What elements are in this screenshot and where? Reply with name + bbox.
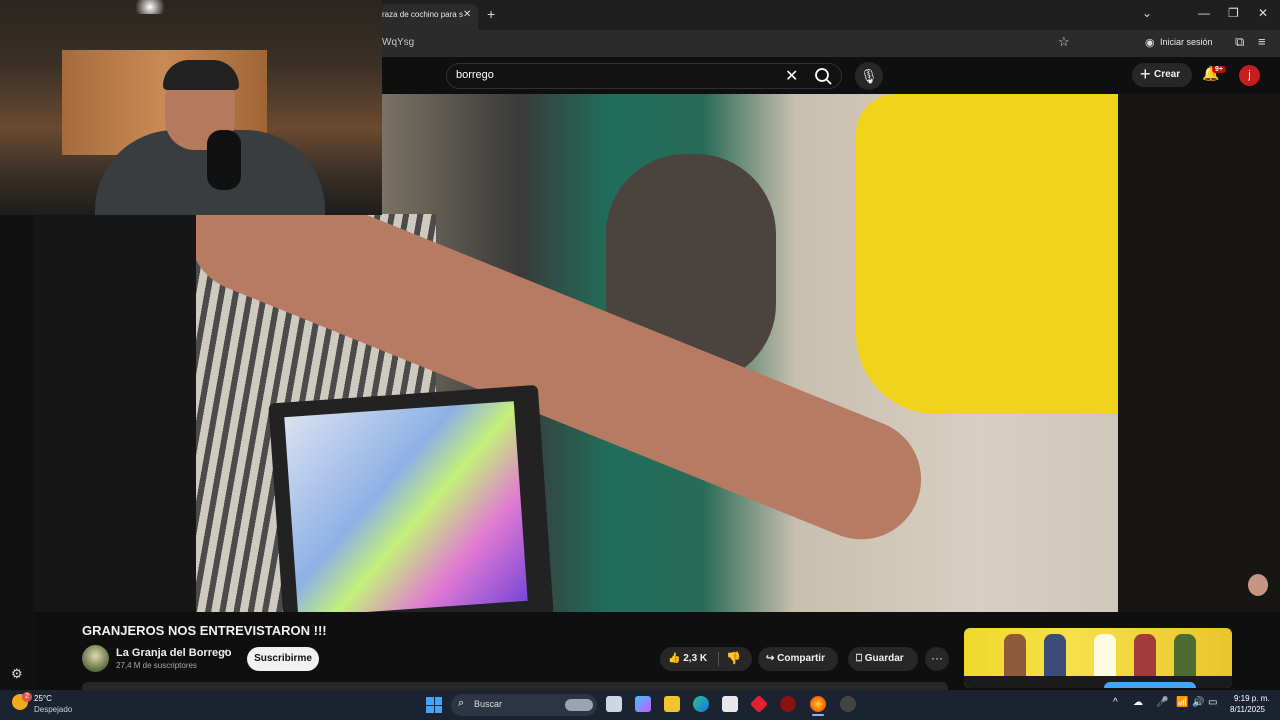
new-tab-button[interactable]: + <box>487 6 495 22</box>
battery-icon[interactable]: ▭ <box>1208 697 1217 708</box>
search-icon: ⌕ <box>458 697 465 709</box>
ad-figure <box>1134 634 1156 680</box>
streamer <box>95 60 325 215</box>
search-highlight-image <box>565 699 593 711</box>
video-title: GRANJEROS NOS ENTREVISTARON !!! <box>82 623 327 638</box>
ceiling-light <box>130 0 170 14</box>
tab-close-icon[interactable]: ✕ <box>463 9 471 20</box>
save-label: Guardar <box>864 653 904 664</box>
streamer-cap <box>163 60 239 90</box>
webcam-overlay <box>0 0 382 215</box>
tab-list-icon[interactable]: ⌄ <box>1142 6 1152 20</box>
edge-icon[interactable] <box>693 696 709 712</box>
microphone-icon: 🎙 <box>860 68 878 84</box>
secondary-column <box>1118 94 1280 612</box>
url-field[interactable]: WqYsg <box>382 37 414 48</box>
like-divider <box>718 652 719 666</box>
yellow-shirt <box>856 94 1118 414</box>
mic-tray-icon[interactable]: 🎤 <box>1156 697 1168 708</box>
minimize-button[interactable]: — <box>1198 6 1210 20</box>
clock-date[interactable]: 8/11/2025 <box>1230 705 1265 714</box>
left-gutter <box>0 215 34 690</box>
ad-figure <box>1044 634 1066 680</box>
temperature: 25°C <box>34 694 52 703</box>
task-view-icon[interactable] <box>606 696 622 712</box>
active-app-indicator <box>812 714 824 716</box>
clock-time[interactable]: 9:19 p. m. <box>1234 694 1270 703</box>
close-window-button[interactable]: ✕ <box>1258 6 1268 20</box>
weather-condition: Despejado <box>34 705 73 714</box>
ad-figure <box>1094 634 1116 680</box>
gear-icon[interactable]: ⚙ <box>11 666 23 682</box>
floating-avatar[interactable] <box>1248 574 1268 596</box>
taskbar-search-label: Buscar <box>474 699 503 709</box>
plus-icon: + <box>1140 64 1151 84</box>
extensions-icon[interactable]: ⧉ <box>1235 34 1244 50</box>
search-input[interactable]: borrego <box>456 69 494 81</box>
weather-badge: 2 <box>22 692 32 702</box>
thumbs-up-icon: 👍 <box>668 653 681 664</box>
account-avatar[interactable]: j <box>1239 65 1260 86</box>
store-icon[interactable] <box>722 696 738 712</box>
app-red-circle-icon[interactable] <box>780 696 796 712</box>
channel-avatar[interactable] <box>82 645 109 672</box>
profile-icon[interactable]: ◉ <box>1145 36 1155 49</box>
onedrive-icon[interactable]: ☁ <box>1133 697 1143 708</box>
wifi-icon[interactable]: 📶 <box>1176 697 1188 708</box>
file-explorer-icon[interactable] <box>664 696 680 712</box>
ad-cta-button[interactable] <box>1104 682 1196 688</box>
signin-button[interactable]: Iniciar sesión <box>1160 37 1213 47</box>
subscribe-button[interactable]: Suscribirme <box>247 647 319 671</box>
subscriber-count: 27,4 M de suscriptores <box>116 661 197 670</box>
description-box[interactable] <box>82 682 948 690</box>
notification-badge: 9+ <box>1212 66 1226 73</box>
bookmark-icon: ⎕ <box>856 653 862 664</box>
windows-start-icon[interactable] <box>426 697 442 713</box>
more-actions-button[interactable]: ··· <box>925 647 949 671</box>
share-label: Compartir <box>777 653 825 664</box>
save-button[interactable]: ⎕ Guardar <box>848 647 918 671</box>
maximize-button[interactable]: ❐ <box>1228 6 1239 20</box>
search-clear-icon[interactable]: ✕ <box>785 66 798 86</box>
ad-figure <box>1174 634 1196 680</box>
app-gray-icon[interactable] <box>840 696 856 712</box>
ad-figure <box>1004 634 1026 680</box>
share-button[interactable]: ↪ Compartir <box>758 647 838 671</box>
verified-icon: ✔ <box>221 647 229 657</box>
thumbs-down-icon[interactable]: 👎 <box>726 651 741 665</box>
search-icon <box>815 68 832 85</box>
share-icon: ↪ <box>766 653 775 664</box>
microphone-button[interactable]: 🎙 <box>855 62 883 90</box>
tray-chevron-icon[interactable]: ^ <box>1113 697 1118 708</box>
bookmark-star-icon[interactable]: ☆ <box>1058 34 1070 50</box>
volume-icon[interactable]: 🔊 <box>1192 697 1204 708</box>
channel-name[interactable]: La Granja del Borrego <box>116 647 232 659</box>
menu-icon[interactable]: ≡ <box>1258 34 1266 49</box>
streamer-microphone <box>207 130 241 190</box>
search-button[interactable] <box>808 63 842 89</box>
monitor-screen <box>284 401 528 612</box>
firefox-icon[interactable] <box>810 696 826 712</box>
ad-banner[interactable] <box>964 628 1232 688</box>
like-count: 2,3 K <box>683 653 708 664</box>
copilot-icon[interactable] <box>635 696 651 712</box>
search-box[interactable] <box>446 63 842 89</box>
